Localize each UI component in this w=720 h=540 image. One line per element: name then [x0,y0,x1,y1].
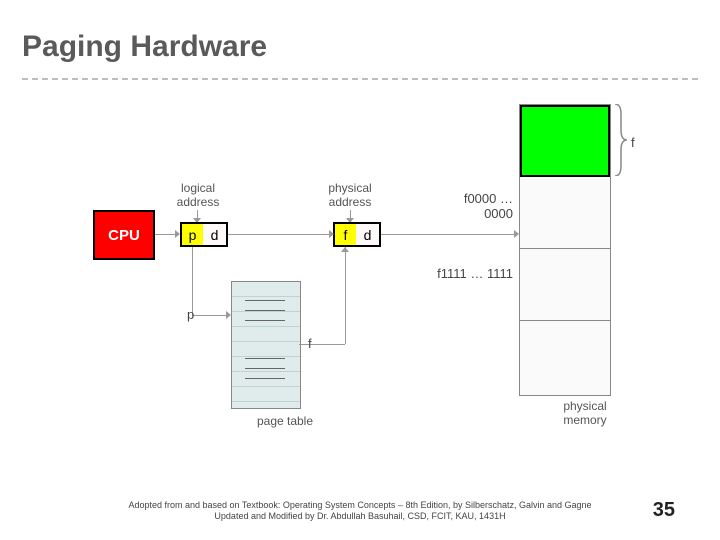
logical-offset-field: d [203,222,228,247]
arrow-cpu-logical-head [175,230,180,238]
logical-address-label: logical address [168,182,228,210]
pt-entry-4 [245,358,285,359]
p-char: p [189,227,197,243]
frame-start-address: f0000 … 0000 [433,192,513,222]
footer-line-1: Adopted from and based on Textbook: Oper… [128,500,591,510]
footer-citation: Adopted from and based on Textbook: Oper… [0,500,720,523]
arrow-p-down-v [192,247,193,315]
pt-entry-1 [245,300,285,301]
d-char-right: d [364,227,372,243]
brace-icon [613,104,627,176]
f-char: f [344,227,348,243]
cpu-block: CPU [93,210,155,260]
arrow-cpu-logical [155,234,177,235]
footer-line-2: Updated and Modified by Dr. Abdullah Bas… [214,511,505,521]
arrow-f-head [341,247,349,252]
physical-memory [519,104,611,396]
frame-end-address: f1111 … 1111 [433,267,513,282]
physical-address-label: physical address [320,182,380,210]
pt-entry-6 [245,378,285,379]
f-out-label: f [308,337,312,352]
physical-offset-field: d [356,222,381,247]
arrow-d-copy [228,234,331,235]
pt-entry-5 [245,368,285,369]
frame-mapped [520,105,610,177]
frame-2 [520,249,610,321]
frame-3 [520,321,610,395]
pt-entry-3 [245,320,285,321]
arrow-p-down-h [192,315,228,316]
logical-page-field: p [180,222,205,247]
page-number: 35 [653,499,675,522]
paging-diagram: CPU logical address physical address p d… [0,0,720,540]
physical-memory-label: physical memory [555,400,615,428]
arrow-physical-mem [381,234,516,235]
p-index-label: p [187,308,194,323]
frame-size-brace [613,104,627,176]
d-char-left: d [211,227,219,243]
arrow-d-copy-head [329,230,334,238]
page-table-label: page table [250,415,320,429]
frame-1 [520,177,610,249]
cpu-label: CPU [108,227,140,244]
arrow-f-h [299,344,345,345]
pt-entry-2 [245,310,285,311]
frame-size-label: f [631,136,635,151]
physical-frame-field: f [333,222,358,247]
arrow-f-v [345,247,346,344]
